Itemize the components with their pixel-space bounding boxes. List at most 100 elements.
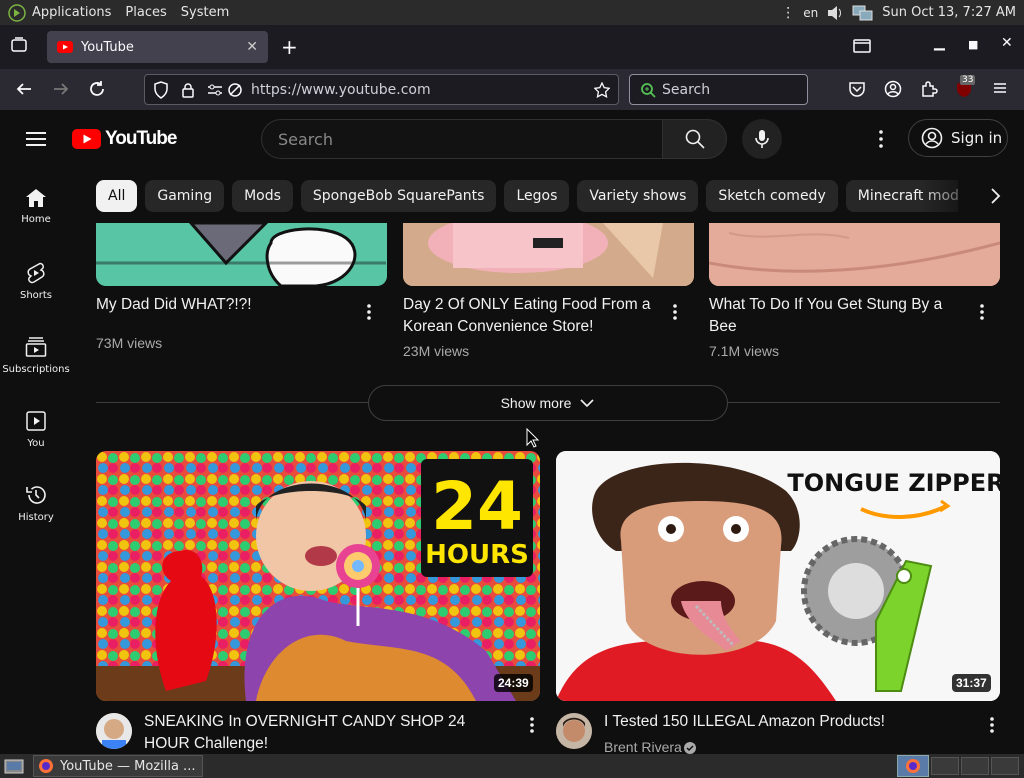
mouse-cursor-icon: [526, 428, 540, 448]
short-3-more-icon[interactable]: [975, 302, 989, 322]
chips-fade: [920, 180, 980, 212]
applications-menu[interactable]: Applications: [8, 3, 112, 22]
short-title-3[interactable]: What To Do If You Get Stung By a Bee: [709, 294, 964, 338]
channel-name-2[interactable]: Brent Rivera: [604, 739, 682, 754]
volume-icon[interactable]: [826, 5, 844, 21]
chip-gaming[interactable]: Gaming: [145, 180, 225, 212]
chevron-right-icon[interactable]: [985, 186, 1005, 206]
workspace-2[interactable]: [931, 757, 959, 775]
chip-mods[interactable]: Mods: [232, 180, 293, 212]
short-1-more-icon[interactable]: [362, 302, 376, 322]
short-2-more-icon[interactable]: [668, 302, 682, 322]
chip-all[interactable]: All: [96, 180, 138, 212]
settings-kebab-icon[interactable]: [872, 128, 890, 150]
noodle-cup-image: [403, 223, 694, 286]
sidebar-label-shorts: Shorts: [19, 290, 53, 301]
sidebar-item-home[interactable]: Home: [0, 188, 72, 225]
workspace-3[interactable]: [961, 757, 989, 775]
tab-bar: YouTube ✕ + ▁ ■ ✕: [0, 25, 1024, 69]
maximize-button[interactable]: ■: [968, 38, 978, 51]
microphone-icon: [755, 130, 769, 148]
guide-menu-icon[interactable]: [26, 131, 46, 147]
browser-search-placeholder: Search: [662, 81, 711, 98]
chip-variety-shows[interactable]: Variety shows: [577, 180, 699, 212]
show-more-button[interactable]: Show more: [368, 385, 728, 421]
chevron-down-icon: [580, 399, 594, 408]
home-icon: [26, 189, 46, 207]
system-menu[interactable]: System: [181, 5, 229, 20]
show-desktop-icon[interactable]: [4, 757, 24, 775]
search-icon: [685, 129, 705, 149]
tab-youtube[interactable]: YouTube ✕: [47, 31, 268, 63]
short-thumbnail-3[interactable]: [709, 223, 1000, 286]
short-thumbnail-2[interactable]: [403, 223, 694, 286]
history-icon: [26, 486, 46, 504]
short-title-1[interactable]: My Dad Did WHAT?!?!: [96, 294, 356, 316]
video-title-2[interactable]: I Tested 150 ILLEGAL Amazon Products!: [604, 711, 984, 733]
video-2-more-icon[interactable]: [985, 715, 999, 735]
sidebar-label-home: Home: [21, 214, 51, 225]
youtube-page: YouTube Search Sign in All Gaming Mods Spon…: [0, 110, 1024, 754]
channel-avatar-1[interactable]: [96, 713, 132, 749]
autoplay-blocked-icon[interactable]: [227, 82, 243, 98]
youtube-logo[interactable]: YouTube: [72, 128, 177, 150]
show-more-label: Show more: [500, 395, 572, 411]
extensions-icon[interactable]: [920, 80, 938, 98]
bookmark-star-icon[interactable]: [594, 81, 610, 98]
thumb-text-tongue-zipper: TONGUE ZIPPER: [787, 469, 1000, 497]
account-circle-icon: [921, 127, 943, 149]
sidebar-item-shorts[interactable]: Shorts: [0, 262, 72, 301]
sign-in-button[interactable]: Sign in: [908, 119, 1008, 157]
sidebar-label-you: You: [27, 438, 45, 449]
firefox-workspace-icon: [906, 759, 920, 773]
keyboard-layout[interactable]: en: [803, 6, 818, 20]
search-engine-icon[interactable]: [640, 82, 656, 98]
shield-icon[interactable]: [153, 80, 169, 99]
applications-label: Applications: [32, 5, 112, 20]
short-title-2[interactable]: Day 2 Of ONLY Eating Food From a Korean …: [403, 294, 658, 338]
lock-icon[interactable]: [181, 82, 195, 98]
short-thumbnail-1[interactable]: [96, 223, 387, 286]
reload-icon[interactable]: [88, 80, 106, 98]
minimize-button[interactable]: ▁: [934, 35, 945, 51]
places-menu[interactable]: Places: [125, 5, 166, 20]
list-all-tabs-icon[interactable]: [10, 37, 28, 53]
back-icon[interactable]: [15, 80, 33, 98]
close-window-button[interactable]: ✕: [1001, 35, 1013, 51]
chip-spongebob[interactable]: SpongeBob SquarePants: [300, 180, 497, 212]
hamburger-menu-icon[interactable]: [992, 80, 1008, 96]
workspace-1[interactable]: [897, 755, 929, 777]
workspace-4[interactable]: [991, 757, 1019, 775]
url-text: https://www.youtube.com: [251, 81, 431, 98]
network-icon[interactable]: [852, 4, 874, 22]
video-title-1[interactable]: SNEAKING In OVERNIGHT CANDY SHOP 24 HOUR…: [144, 711, 514, 754]
video-1-more-icon[interactable]: [525, 715, 539, 735]
thumb-text-24: 24: [431, 468, 523, 545]
channel-avatar-2[interactable]: [556, 713, 592, 749]
youtube-search-input[interactable]: Search: [261, 119, 663, 159]
taskbar-window-firefox[interactable]: YouTube — Mozilla ...: [33, 755, 203, 777]
youtube-search-button[interactable]: [662, 119, 727, 159]
avatar-image: [96, 713, 132, 749]
new-tab-button[interactable]: +: [281, 35, 298, 59]
browser-search-box[interactable]: Search: [629, 74, 808, 105]
chip-sketch-comedy[interactable]: Sketch comedy: [706, 180, 838, 212]
address-bar[interactable]: https://www.youtube.com: [144, 74, 619, 105]
clock[interactable]: Sun Oct 13, 7:27 AM: [882, 5, 1016, 20]
firefox-view-icon[interactable]: [853, 39, 871, 53]
video-thumbnail-1[interactable]: 24 HOURS: [96, 451, 540, 701]
forward-icon[interactable]: [52, 80, 70, 98]
video-thumbnail-2[interactable]: TONGUE ZIPPER: [556, 451, 1000, 701]
sidebar-label-subscriptions: Subscriptions: [2, 364, 70, 375]
sidebar-item-you[interactable]: You: [0, 410, 72, 449]
account-icon[interactable]: [884, 80, 902, 98]
chip-legos[interactable]: Legos: [504, 180, 570, 212]
permissions-icon[interactable]: [207, 83, 223, 97]
pocket-icon[interactable]: [848, 80, 866, 98]
voice-search-button[interactable]: [742, 119, 782, 159]
firefox-icon: [39, 759, 53, 773]
panel-kebab-icon[interactable]: ⋮: [781, 5, 795, 21]
sidebar-item-subscriptions[interactable]: Subscriptions: [0, 336, 72, 375]
sidebar-item-history[interactable]: History: [0, 484, 72, 523]
close-tab-icon[interactable]: ✕: [246, 39, 258, 55]
